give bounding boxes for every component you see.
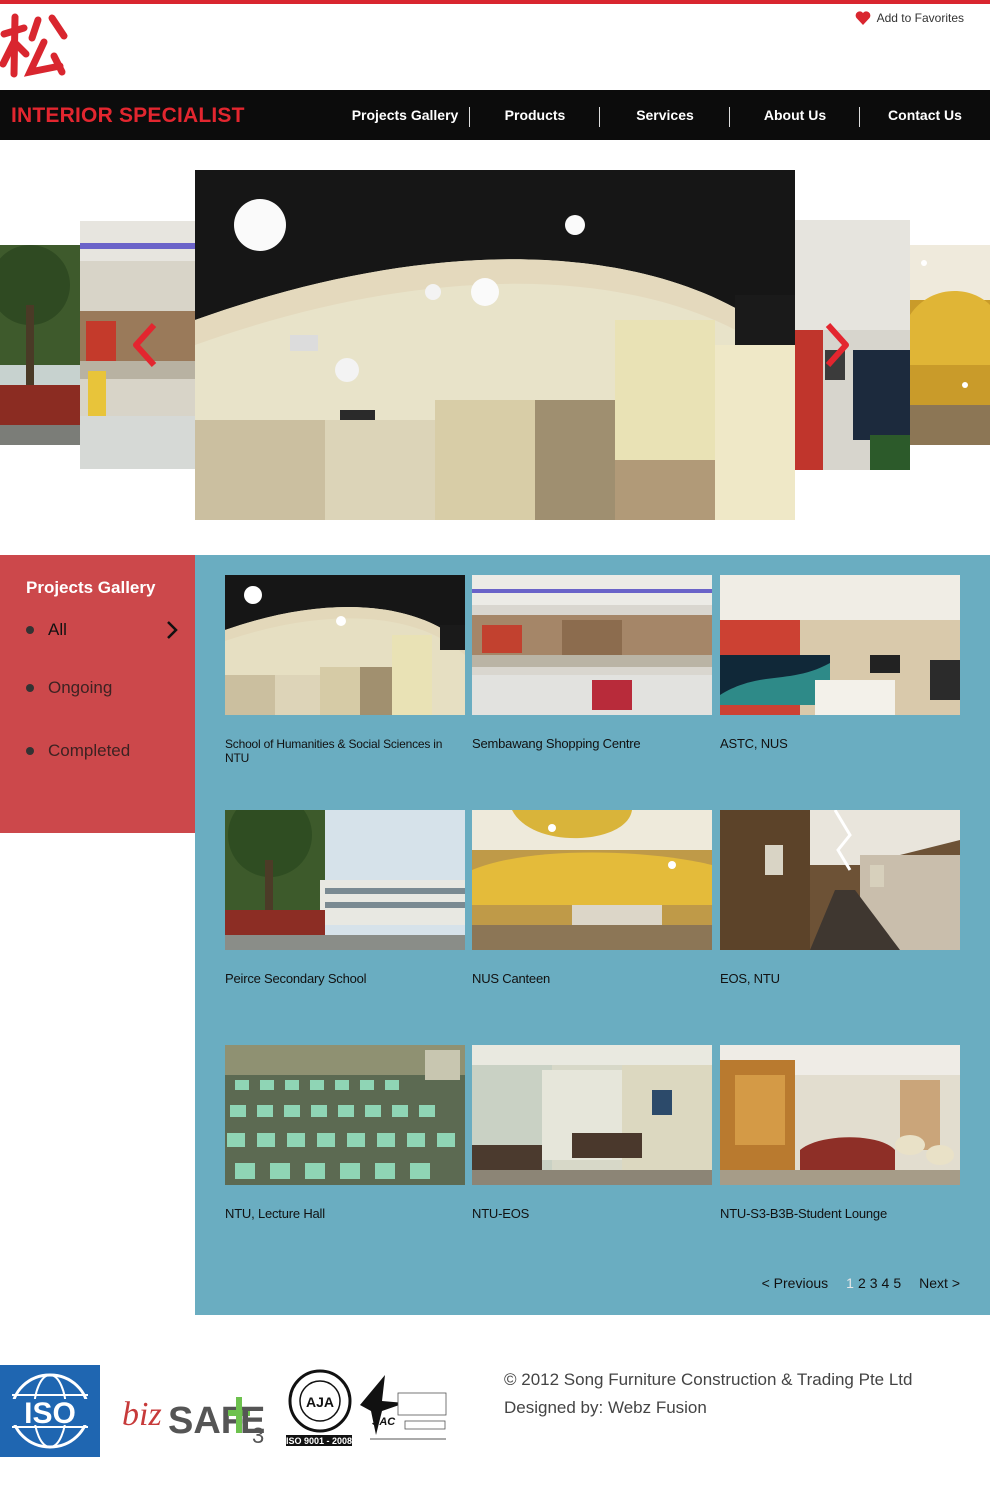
designed-by-text: Designed by: Webz Fusion	[504, 1398, 707, 1417]
sac-accreditation-logo: SAC	[360, 1375, 447, 1440]
bullet-icon	[26, 626, 34, 634]
projects-sidebar: Projects Gallery All Ongoing Completed	[0, 555, 195, 833]
project-caption[interactable]: School of Humanities & Social Sciences i…	[225, 737, 465, 765]
nav-projects-gallery[interactable]: Projects Gallery	[340, 90, 470, 140]
main-nav: Projects Gallery Products Services About…	[340, 90, 990, 140]
top-accent-line	[0, 0, 990, 4]
copyright-text: © 2012 Song Furniture Construction & Tra…	[504, 1370, 913, 1389]
project-thumbnail[interactable]	[720, 575, 960, 715]
page-number[interactable]: 1	[846, 1275, 854, 1291]
project-caption[interactable]: EOS, NTU	[720, 972, 960, 986]
project-thumbnail[interactable]	[472, 575, 712, 715]
page-number[interactable]: 5	[893, 1275, 901, 1291]
svg-text:SAC: SAC	[372, 1416, 396, 1428]
page-number[interactable]: 3	[870, 1275, 878, 1291]
brand-title: INTERIOR SPECIALIST	[11, 104, 245, 127]
song-logo-icon[interactable]	[0, 12, 70, 78]
svg-text:SAF: SAF	[168, 1400, 244, 1442]
heart-icon	[855, 11, 870, 25]
project-card: School of Humanities & Social Sciences i…	[225, 575, 465, 765]
project-caption[interactable]: Peirce Secondary School	[225, 972, 465, 986]
bullet-icon	[26, 684, 34, 692]
project-card: NTU-EOS	[472, 1045, 712, 1221]
sidebar-item-label[interactable]: All	[48, 620, 67, 640]
footer-copyright: © 2012 Song Furniture Construction & Tra…	[504, 1366, 912, 1422]
pagination: < Previous 1 2 3 4 5 Next >	[762, 1275, 960, 1291]
page-number[interactable]: 2	[858, 1275, 866, 1291]
hero-carousel	[0, 170, 990, 520]
carousel-slide-right[interactable]	[795, 220, 910, 470]
carousel-slide-far-left[interactable]	[0, 245, 80, 445]
add-to-favorites[interactable]: Add to Favorites	[855, 10, 964, 26]
main-navbar: INTERIOR SPECIALIST Projects Gallery Pro…	[0, 90, 990, 140]
pagination-next[interactable]: Next >	[919, 1275, 960, 1291]
svg-text:biz: biz	[122, 1396, 162, 1433]
certification-logos: ISO biz SAF E 3 AJA ISO 9001 - 2008 SAC	[0, 1365, 460, 1457]
svg-text:ISO 9001 - 2008: ISO 9001 - 2008	[286, 1436, 352, 1446]
carousel-slide-main[interactable]	[195, 170, 795, 520]
project-card: NTU, Lecture Hall	[225, 1045, 465, 1221]
project-thumbnail[interactable]	[720, 1045, 960, 1185]
project-thumbnail[interactable]	[472, 1045, 712, 1185]
nav-products[interactable]: Products	[470, 90, 600, 140]
sidebar-item-ongoing[interactable]: Ongoing	[26, 678, 112, 698]
iso-logo: ISO	[0, 1365, 100, 1457]
carousel-slide-far-right[interactable]	[910, 245, 990, 445]
page-number[interactable]: 4	[882, 1275, 890, 1291]
project-card: EOS, NTU	[720, 810, 960, 986]
project-thumbnail[interactable]	[225, 810, 465, 950]
chevron-right-icon[interactable]	[166, 620, 178, 640]
project-caption[interactable]: ASTC, NUS	[720, 737, 960, 751]
project-caption[interactable]: NTU, Lecture Hall	[225, 1207, 465, 1221]
sidebar-title: Projects Gallery	[26, 578, 156, 597]
projects-gallery-grid: School of Humanities & Social Sciences i…	[195, 555, 990, 1315]
svg-text:3: 3	[252, 1423, 264, 1448]
project-card: Sembawang Shopping Centre	[472, 575, 712, 751]
svg-text:ISO: ISO	[24, 1397, 76, 1430]
carousel-next-arrow-icon[interactable]	[822, 322, 852, 368]
project-thumbnail[interactable]	[720, 810, 960, 950]
favorites-label[interactable]: Add to Favorites	[877, 11, 964, 25]
project-caption[interactable]: NUS Canteen	[472, 972, 712, 986]
project-card: NTU-S3-B3B-Student Lounge	[720, 1045, 960, 1221]
project-caption[interactable]: Sembawang Shopping Centre	[472, 737, 712, 751]
nav-contact-us[interactable]: Contact Us	[860, 90, 990, 140]
project-card: ASTC, NUS	[720, 575, 960, 751]
project-caption[interactable]: NTU-EOS	[472, 1207, 712, 1221]
carousel-prev-arrow-icon[interactable]	[130, 322, 160, 368]
bullet-icon	[26, 747, 34, 755]
svg-text:AJA: AJA	[306, 1394, 334, 1410]
sidebar-item-label[interactable]: Completed	[48, 741, 130, 761]
project-thumbnail[interactable]	[225, 1045, 465, 1185]
project-card: Peirce Secondary School	[225, 810, 465, 986]
sidebar-item-all[interactable]: All	[26, 620, 67, 640]
sidebar-item-label[interactable]: Ongoing	[48, 678, 112, 698]
project-caption[interactable]: NTU-S3-B3B-Student Lounge	[720, 1207, 960, 1221]
bizsafe-logo: biz SAF E 3	[122, 1396, 265, 1448]
nav-about-us[interactable]: About Us	[730, 90, 860, 140]
project-thumbnail[interactable]	[472, 810, 712, 950]
sidebar-item-completed[interactable]: Completed	[26, 741, 130, 761]
nav-services[interactable]: Services	[600, 90, 730, 140]
pagination-previous[interactable]: < Previous	[762, 1275, 829, 1291]
project-card: NUS Canteen	[472, 810, 712, 986]
aja-certification-logo: AJA ISO 9001 - 2008	[286, 1369, 352, 1446]
project-thumbnail[interactable]	[225, 575, 465, 715]
